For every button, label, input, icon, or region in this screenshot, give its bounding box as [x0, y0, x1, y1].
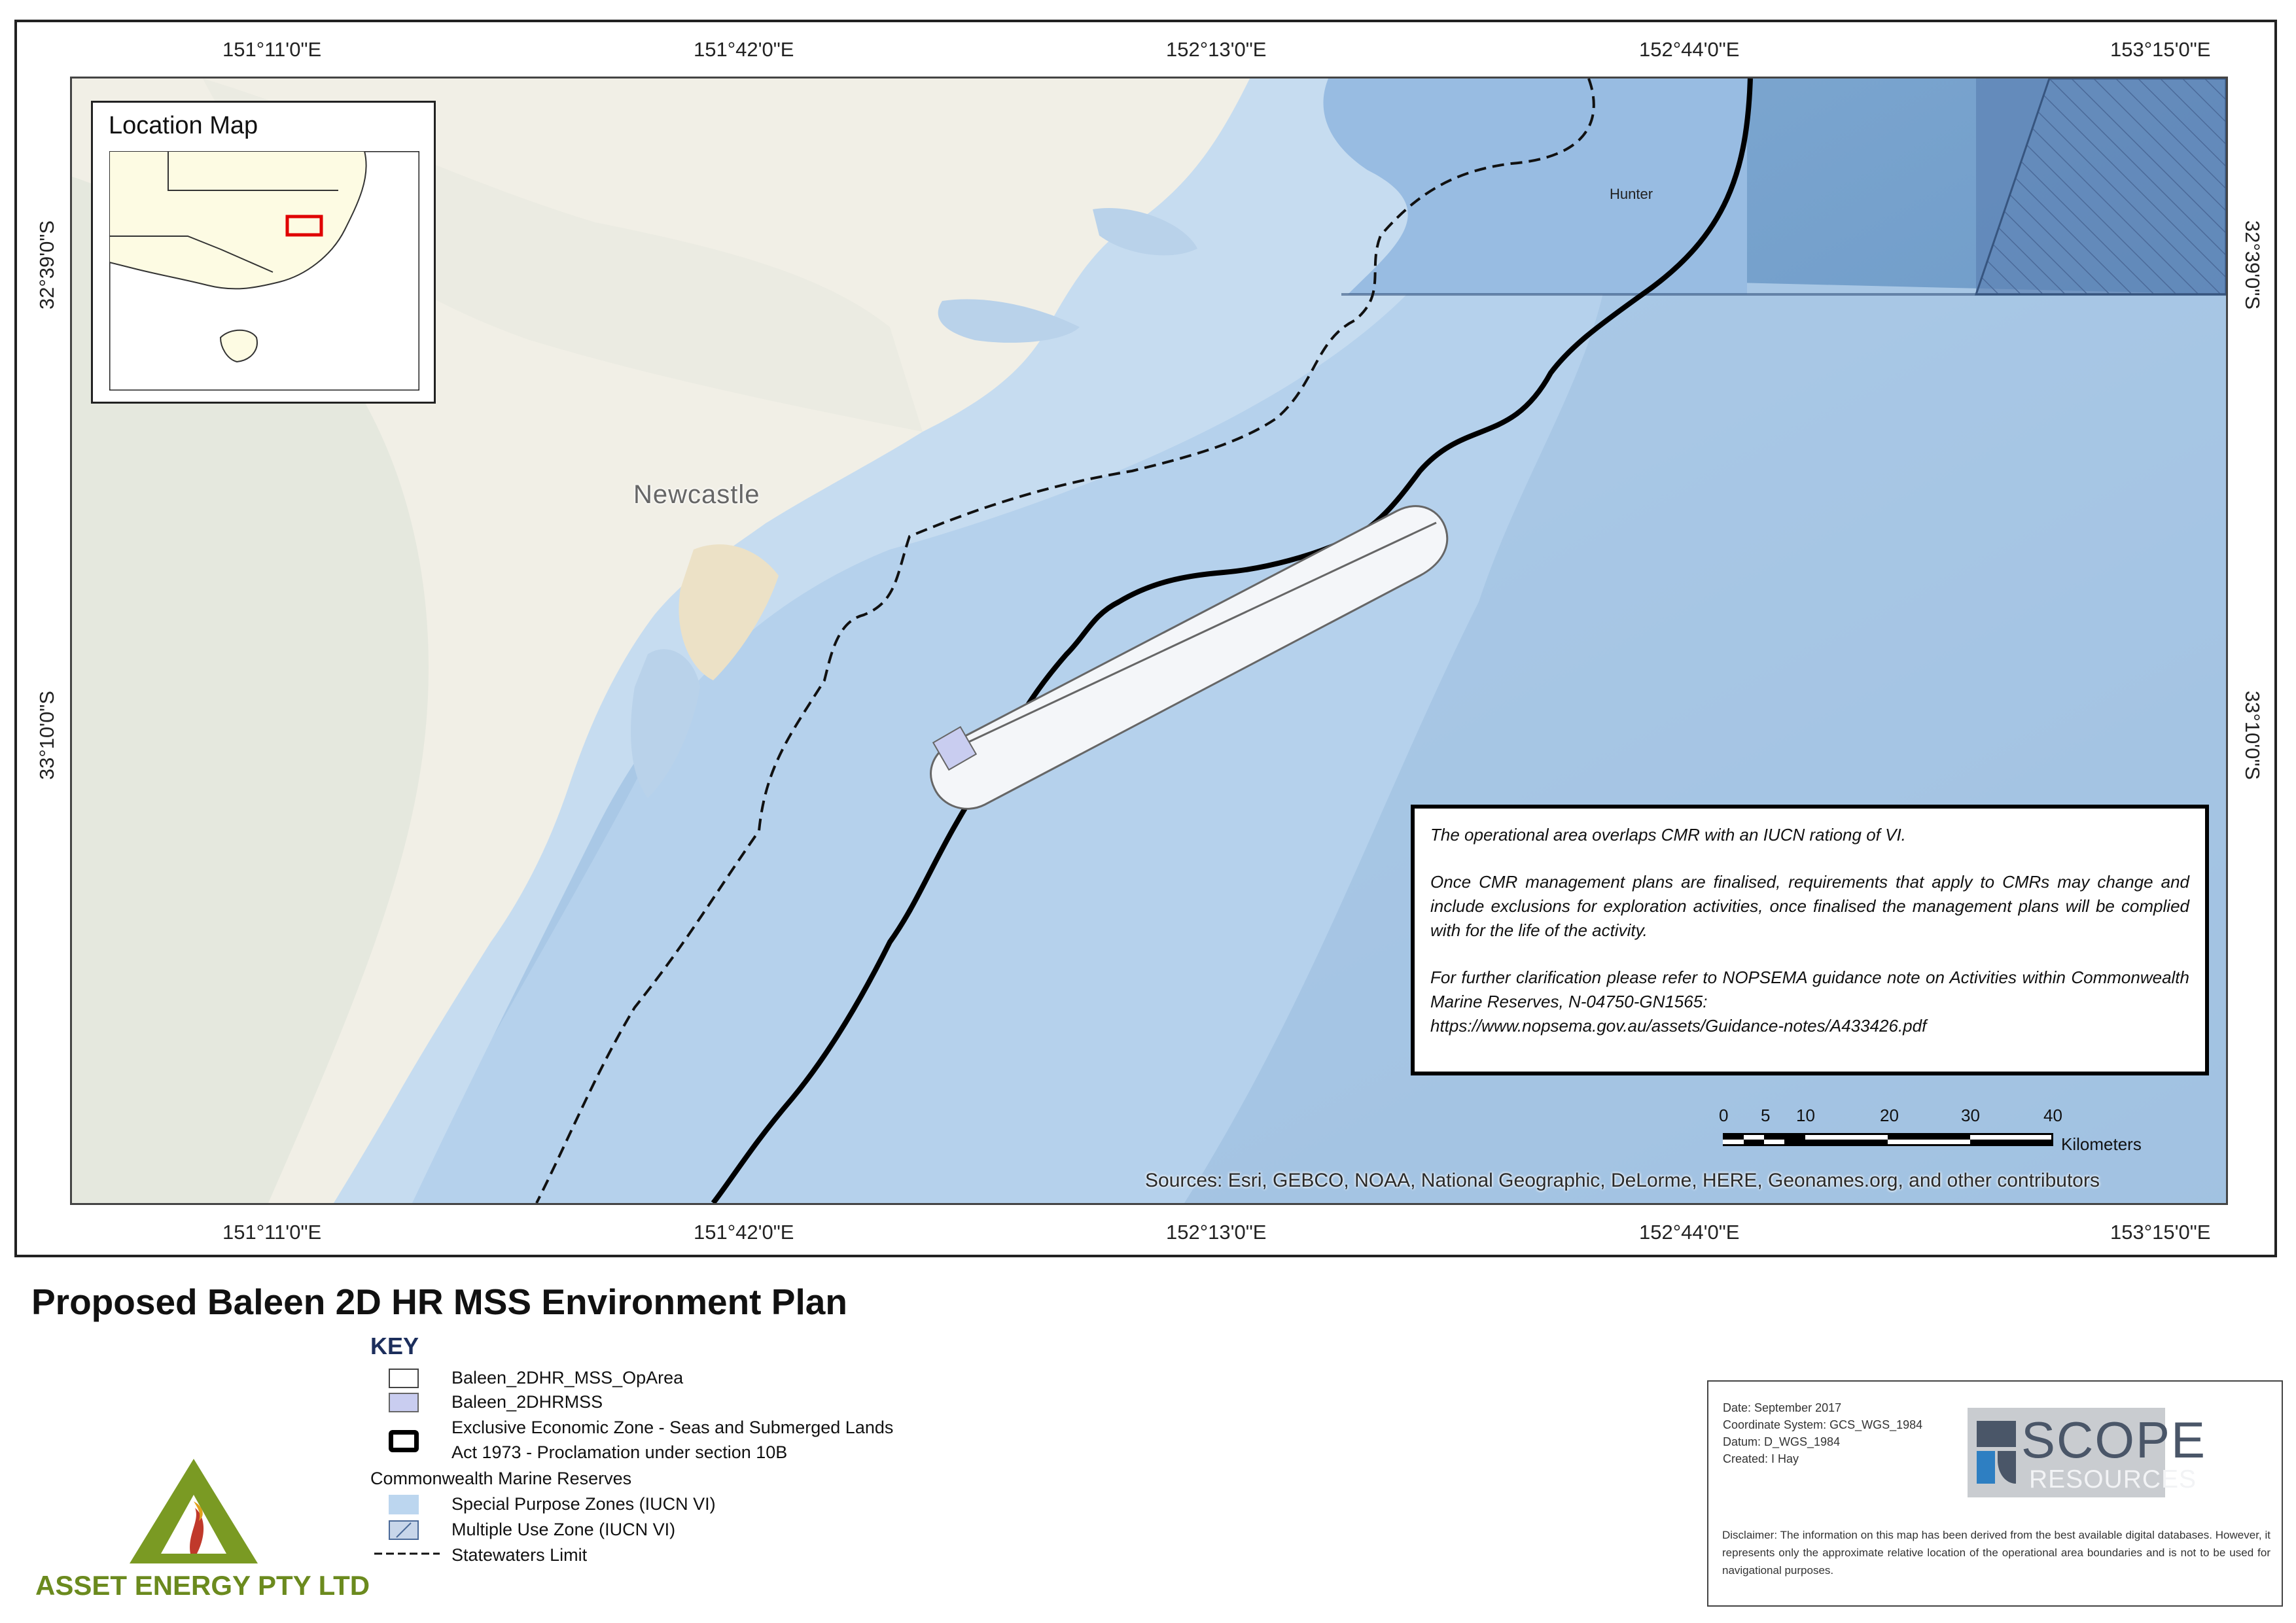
scale-tick-40: 40 [2043, 1106, 2062, 1125]
scale-tick-10: 10 [1796, 1106, 1815, 1125]
legend-label-special-purpose: Special Purpose Zones (IUCN VI) [451, 1494, 716, 1514]
scope-resources-logo: SCOPE RESOURCES [1968, 1408, 2205, 1497]
lon-label-bottom-3: 152°13'0"E [1166, 1221, 1267, 1244]
info-coordinate-system: Coordinate System: GCS_WGS_1984 [1723, 1418, 1923, 1431]
resources-logo-text: RESOURCES [2029, 1465, 2197, 1493]
legend-heading: KEY [370, 1333, 419, 1359]
legend-label-statewaters: Statewaters Limit [451, 1545, 588, 1565]
lat-label-left-2: 33°10'0"S [35, 690, 58, 780]
lon-label-top-4: 152°44'0"E [1639, 38, 1740, 61]
legend-swatch-statewaters [374, 1552, 440, 1555]
legend-label-op-area: Baleen_2DHR_MSS_OpArea [451, 1368, 684, 1387]
notice-url[interactable]: https://www.nopsema.gov.au/assets/Guidan… [1430, 1016, 1926, 1036]
scale-bar-graphic [1723, 1133, 2053, 1146]
notice-paragraph-3: For further clarification please refer t… [1430, 966, 2189, 1038]
scale-tick-30: 30 [1961, 1106, 1980, 1125]
legend-swatch-eez [389, 1430, 419, 1452]
page-title: Proposed Baleen 2D HR MSS Environment Pl… [31, 1282, 847, 1322]
location-map-canvas [109, 151, 419, 391]
lon-label-top-2: 151°42'0"E [694, 38, 794, 61]
lon-label-bottom-4: 152°44'0"E [1639, 1221, 1740, 1244]
location-map-inset: Location Map [91, 101, 436, 404]
lat-label-right-1: 32°39'0"S [2241, 220, 2264, 310]
info-datum: Datum: D_WGS_1984 [1723, 1435, 1841, 1448]
scale-bar: 0 5 10 20 30 40 [1719, 1106, 2063, 1146]
legend-label-multiple-use: Multiple Use Zone (IUCN VI) [451, 1520, 676, 1539]
scale-tick-0: 0 [1719, 1106, 1729, 1125]
scale-tick-20: 20 [1880, 1106, 1899, 1125]
notice-paragraph-3-text: For further clarification please refer t… [1430, 968, 2189, 1011]
legend-swatch-op-area [389, 1369, 419, 1388]
notice-paragraph-2: Once CMR management plans are finalised,… [1430, 872, 2189, 940]
scale-unit: Kilometers [2061, 1134, 2142, 1154]
legend-cmr-heading: Commonwealth Marine Reserves [370, 1469, 632, 1488]
legend-label-mss: Baleen_2DHRMSS [451, 1392, 603, 1412]
scope-logo-icon [1977, 1421, 2016, 1484]
lat-label-right-2: 33°10'0"S [2241, 690, 2264, 780]
cmr-notice-box: The operational area overlaps CMR with a… [1411, 805, 2209, 1075]
info-disclaimer: Disclaimer: The information on this map … [1722, 1529, 2270, 1577]
place-label-hunter: Hunter [1610, 186, 1653, 202]
asset-energy-logo-text: ASSET ENERGY PTY LTD [35, 1570, 370, 1601]
legend-label-eez-1: Exclusive Economic Zone - Seas and Subme… [451, 1418, 894, 1437]
legend-swatch-multiple-use [389, 1520, 419, 1540]
info-created: Created: I Hay [1723, 1452, 1799, 1465]
legend-label-eez-2: Act 1973 - Proclamation under section 10… [451, 1442, 788, 1462]
scale-tick-5: 5 [1761, 1106, 1771, 1125]
legend-swatch-special-purpose [389, 1495, 419, 1514]
lon-label-bottom-1: 151°11'0"E [222, 1221, 322, 1244]
info-date: Date: September 2017 [1723, 1401, 1842, 1414]
place-label-newcastle: Newcastle [633, 480, 760, 509]
legend-swatch-mss [389, 1393, 419, 1412]
scope-logo-text: SCOPE [2021, 1411, 2207, 1469]
lon-label-top-5: 153°15'0"E [2110, 38, 2211, 61]
notice-paragraph-1: The operational area overlaps CMR with a… [1430, 825, 1906, 845]
asset-energy-logo-icon [130, 1459, 258, 1563]
map-sources: Sources: Esri, GEBCO, NOAA, National Geo… [1145, 1170, 2100, 1191]
lat-label-left-1: 32°39'0"S [35, 220, 58, 310]
lon-label-top-3: 152°13'0"E [1166, 38, 1267, 61]
lon-label-bottom-2: 151°42'0"E [694, 1221, 794, 1244]
lon-label-top-1: 151°11'0"E [222, 38, 322, 61]
location-map-title: Location Map [109, 112, 258, 139]
lon-label-bottom-5: 153°15'0"E [2110, 1221, 2211, 1244]
